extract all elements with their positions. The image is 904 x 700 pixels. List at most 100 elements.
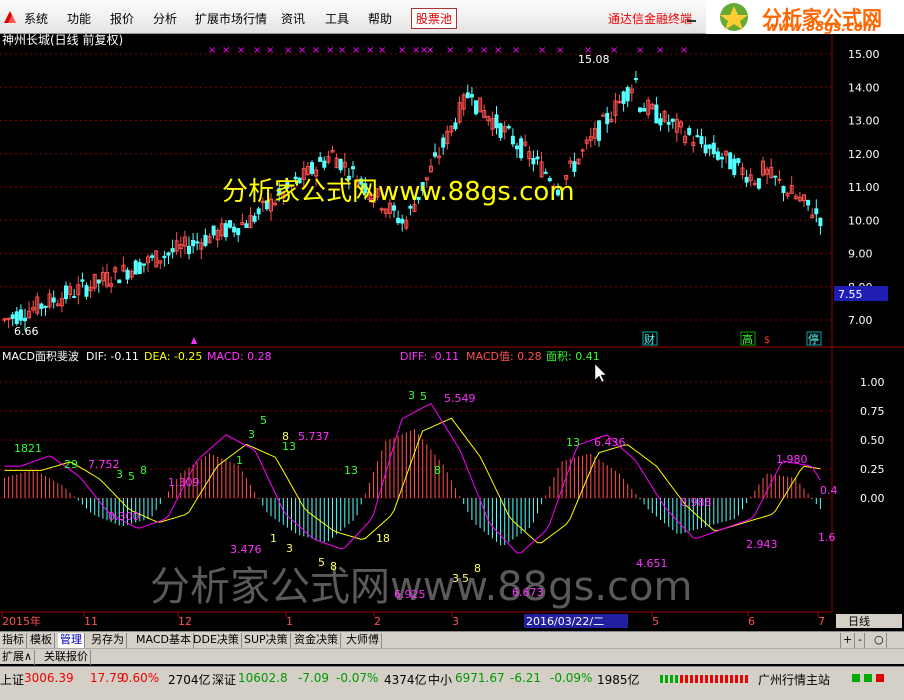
candle-body: [515, 145, 519, 150]
candle-body: [23, 317, 27, 322]
area-label: 5.549: [444, 392, 476, 405]
sh-value: 3006.39: [24, 671, 74, 685]
dif-line: [4, 402, 821, 554]
candle-body: [133, 260, 138, 275]
candle-body: [535, 156, 540, 160]
tab-sup[interactable]: SUP决策: [242, 633, 291, 648]
fib-label: 5: [462, 572, 469, 585]
signal-x-marker: ×: [284, 45, 292, 56]
menu-system[interactable]: 系统: [24, 10, 48, 27]
tab-save-as[interactable]: 另存为: [89, 633, 127, 648]
candle-body: [310, 162, 314, 174]
area-label: 6.436: [594, 436, 626, 449]
area-label: 6.925: [394, 588, 426, 601]
candle-body: [228, 220, 232, 228]
tab-related-quote[interactable]: 关联报价: [42, 650, 91, 665]
zoom-in-button[interactable]: +: [840, 633, 856, 648]
candle-body: [244, 223, 249, 228]
candle-body: [777, 178, 782, 181]
signal-x-marker: ×: [480, 45, 488, 56]
stock-title: 神州长城(日线 前复权): [2, 34, 123, 47]
candle-body: [195, 241, 200, 244]
candle-body: [715, 151, 720, 160]
indicator-y-tick: 1.00: [860, 376, 885, 389]
candle-body: [203, 234, 208, 246]
price-y-tick: 13.00: [848, 115, 880, 128]
zoom-out-button[interactable]: -: [856, 633, 865, 648]
chart-area[interactable]: 15.0014.0013.0012.0011.0010.009.008.007.…: [0, 34, 904, 631]
tab-macd-basic[interactable]: MACD基本: [134, 633, 194, 648]
window-controls: [682, 8, 702, 29]
candle-body: [744, 176, 749, 183]
candle-body: [687, 128, 692, 135]
x-tick-label: 7: [818, 615, 825, 628]
cursor-date: 2016/03/22/二: [526, 615, 604, 628]
finance-badge[interactable]: 财: [644, 332, 655, 346]
menu-news[interactable]: 资讯: [281, 10, 305, 27]
candle-body: [605, 112, 610, 125]
candle-body: [469, 94, 474, 98]
menu-help[interactable]: 帮助: [368, 10, 392, 27]
signal-x-marker: ×: [326, 45, 334, 56]
fib-label: 13: [566, 436, 580, 449]
signal-x-marker: ×: [610, 45, 618, 56]
halt-badge[interactable]: 停: [808, 332, 819, 346]
tab-template[interactable]: 模板: [28, 633, 55, 648]
candle-body: [64, 285, 68, 300]
zx-change: -6.21: [510, 671, 542, 685]
candle-body: [465, 92, 470, 99]
candle-body: [580, 149, 585, 152]
high-badge[interactable]: 高: [742, 332, 753, 346]
fib-label: 8: [140, 464, 147, 477]
menu-extended-market[interactable]: 扩展市场行情: [195, 10, 267, 27]
candle-body: [707, 144, 712, 149]
candle-body: [474, 100, 478, 115]
candle-body: [814, 208, 819, 215]
stock-pool-button[interactable]: 股票池: [411, 8, 458, 29]
signal-x-marker: ×: [656, 45, 664, 56]
candle-body: [10, 314, 15, 319]
tab-master[interactable]: 大师傅: [344, 633, 382, 648]
menu-quote[interactable]: 报价: [110, 10, 134, 27]
tab-indicator[interactable]: 指标: [0, 633, 27, 648]
candle-body: [453, 122, 458, 130]
menu-analysis[interactable]: 分析: [153, 10, 177, 27]
price-y-tick: 9.00: [848, 248, 873, 261]
low-price-label: 6.66: [14, 325, 39, 338]
candle-body: [498, 123, 503, 138]
candle-body: [695, 135, 700, 138]
tab-capital[interactable]: 资金决策: [292, 633, 341, 648]
tab-manage[interactable]: 管理: [58, 633, 85, 648]
period-label[interactable]: 日线: [848, 614, 870, 628]
signal-x-marker: ×: [222, 45, 230, 56]
app-window: 系统 功能 报价 分析 扩展市场行情 资讯 工具 帮助 股票池 通达信金融终端 …: [0, 0, 904, 700]
price-y-tick: 12.00: [848, 148, 880, 161]
signal-x-marker: ×: [494, 45, 502, 56]
candle-body: [14, 311, 19, 324]
candle-body: [773, 175, 778, 178]
signal-x-marker: ×: [398, 45, 406, 56]
sh-change: 17.79: [90, 671, 125, 685]
menu-tools[interactable]: 工具: [325, 10, 349, 27]
dollar-icon[interactable]: $: [764, 335, 770, 346]
sh-label: 上证: [0, 673, 25, 687]
fib-label: 8: [330, 560, 337, 573]
indicator-tabs: 指标 模板 管理 另存为 MACD基本 DDE决策 SUP决策 资金决策 大师傅…: [0, 631, 904, 648]
menu-function[interactable]: 功能: [67, 10, 91, 27]
signal-x-marker: ×: [298, 45, 306, 56]
reset-zoom-button[interactable]: ○: [872, 633, 887, 648]
candle-body: [400, 218, 405, 224]
candle-body: [818, 217, 823, 227]
candle-body: [494, 114, 499, 129]
candle-body: [433, 152, 437, 157]
tab-extend[interactable]: 扩展∧: [0, 650, 36, 665]
tab-dde[interactable]: DDE决策: [191, 633, 242, 648]
minimize-icon[interactable]: [682, 8, 702, 26]
price-y-tick: 15.00: [848, 48, 880, 61]
area-label: 6.673: [512, 586, 544, 599]
zx-label: 中小: [428, 673, 453, 687]
server-name[interactable]: 广州行情主站: [758, 671, 830, 688]
candle-body: [711, 142, 716, 155]
fib-label: 5: [128, 470, 135, 483]
extension-tabs: 扩展∧ 关联报价: [0, 648, 904, 665]
